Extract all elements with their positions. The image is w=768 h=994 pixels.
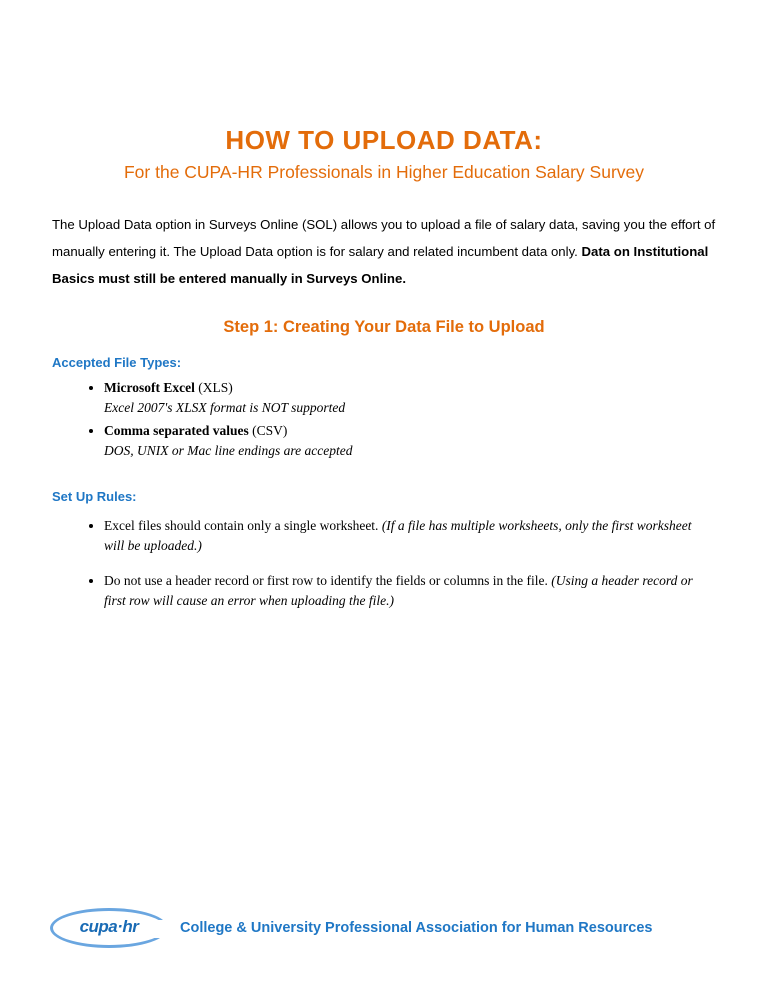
- list-item: Comma separated values (CSV) DOS, UNIX o…: [104, 421, 716, 462]
- logo-text: cupa·hr: [48, 917, 170, 937]
- file-type-name: Microsoft Excel: [104, 380, 195, 395]
- accepted-file-types-label: Accepted File Types:: [52, 355, 716, 370]
- document-subtitle: For the CUPA-HR Professionals in Higher …: [52, 162, 716, 183]
- rules-list: Excel files should contain only a single…: [104, 516, 716, 611]
- list-item: Do not use a header record or first row …: [104, 571, 716, 612]
- file-type-paren: (XLS): [195, 380, 233, 395]
- footer: cupa·hr College & University Professiona…: [48, 906, 652, 950]
- intro-paragraph: The Upload Data option in Surveys Online…: [52, 211, 716, 292]
- footer-tagline: College & University Professional Associ…: [180, 920, 652, 936]
- file-types-list: Microsoft Excel (XLS) Excel 2007's XLSX …: [104, 378, 716, 461]
- set-up-rules-label: Set Up Rules:: [52, 489, 716, 504]
- document-title: HOW TO UPLOAD DATA:: [52, 125, 716, 156]
- file-type-note: Excel 2007's XLSX format is NOT supporte…: [104, 398, 716, 418]
- rule-text: Excel files should contain only a single…: [104, 518, 382, 533]
- file-type-paren: (CSV): [249, 423, 288, 438]
- list-item: Excel files should contain only a single…: [104, 516, 716, 557]
- file-type-note: DOS, UNIX or Mac line endings are accept…: [104, 441, 716, 461]
- rule-text: Do not use a header record or first row …: [104, 573, 551, 588]
- cupa-hr-logo: cupa·hr: [48, 906, 170, 950]
- step-1-heading: Step 1: Creating Your Data File to Uploa…: [52, 318, 716, 337]
- list-item: Microsoft Excel (XLS) Excel 2007's XLSX …: [104, 378, 716, 419]
- file-type-name: Comma separated values: [104, 423, 249, 438]
